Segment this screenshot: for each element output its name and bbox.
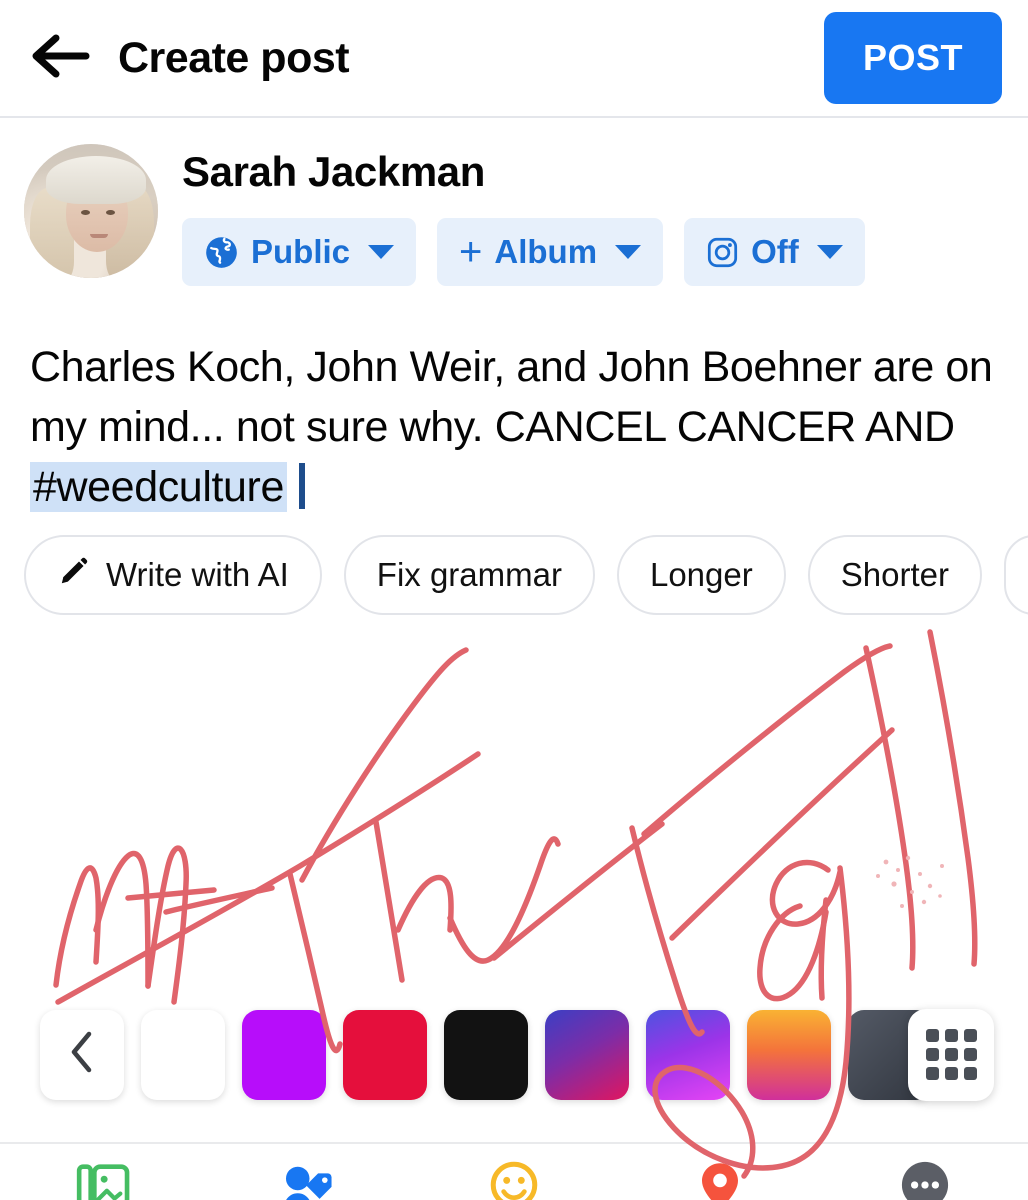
check-in-location-button[interactable] (617, 1144, 823, 1200)
page-title: Create post (118, 33, 350, 82)
text-caret (298, 463, 305, 509)
chevron-left-icon (68, 1031, 96, 1078)
grid-icon (925, 1029, 977, 1080)
user-name: Sarah Jackman (182, 148, 485, 195)
swatch-orange-pink-gradient[interactable] (747, 1009, 831, 1100)
fix-grammar-label: Fix grammar (376, 556, 562, 593)
background-picker-row (0, 992, 1028, 1117)
audience-chip-public-label: Public (251, 233, 351, 270)
chevron-down-icon (368, 245, 395, 259)
shorter-button[interactable]: Shorter (807, 535, 982, 615)
swatch-red[interactable] (343, 1009, 427, 1100)
feeling-activity-button[interactable] (411, 1144, 617, 1200)
album-chip[interactable]: + Album (437, 218, 664, 286)
avatar-detail (81, 210, 90, 215)
longer-label: Longer (649, 556, 753, 593)
back-arrow-icon (32, 34, 90, 83)
chevron-down-icon (615, 245, 642, 259)
avatar-detail (90, 234, 108, 238)
photo-video-icon (76, 1160, 130, 1200)
write-with-ai-label: Write with AI (106, 556, 289, 593)
chevron-down-icon (816, 245, 843, 259)
post-text-input[interactable]: Charles Koch, John Weir, and John Boehne… (0, 323, 1028, 517)
feeling-activity-icon (488, 1160, 540, 1200)
composer-identity: Sarah Jackman Public + Album Off (0, 118, 1028, 323)
tag-people-button[interactable] (206, 1144, 412, 1200)
ai-suggestion-row: Write with AI Fix grammar Longer Shorter (0, 517, 1028, 627)
instagram-share-chip-label: Off (751, 233, 799, 270)
globe-icon (204, 235, 239, 270)
check-in-location-icon (698, 1160, 742, 1200)
more-options-button[interactable] (822, 1144, 1028, 1200)
avatar[interactable] (24, 144, 158, 278)
pencil-icon (57, 555, 90, 596)
avatar-detail (106, 210, 115, 215)
post-text-body: Charles Koch, John Weir, and John Boehne… (30, 343, 993, 451)
shorter-label: Shorter (840, 556, 949, 593)
more-ai-suggestions-button[interactable] (1003, 535, 1028, 615)
longer-button[interactable]: Longer (616, 535, 786, 615)
all-backgrounds-button[interactable] (908, 1008, 994, 1101)
back-button[interactable] (30, 27, 92, 89)
audience-chip-row: Public + Album Off (182, 218, 865, 286)
create-post-screen: Create post POST Sarah Jackman Public + … (0, 0, 1028, 1200)
more-options-icon (900, 1160, 950, 1200)
post-text-highlighted-hashtag[interactable]: #weedculture (30, 462, 287, 512)
post-canvas-area[interactable] (0, 627, 1028, 992)
fix-grammar-button[interactable]: Fix grammar (343, 535, 595, 615)
background-picker-back-button[interactable] (40, 1009, 124, 1100)
album-chip-label: Album (494, 233, 598, 270)
avatar-detail (46, 156, 146, 204)
swatch-pink-blue-gradient[interactable] (545, 1009, 629, 1100)
identity-right: Sarah Jackman Public + Album Off (182, 144, 865, 323)
photo-video-button[interactable] (0, 1144, 206, 1200)
post-button[interactable]: POST (824, 12, 1002, 104)
app-header: Create post POST (0, 0, 1028, 118)
write-with-ai-button[interactable]: Write with AI (24, 535, 322, 615)
composer-bottom-bar (0, 1142, 1028, 1200)
audience-chip-public[interactable]: Public (182, 218, 417, 286)
post-button-label: POST (862, 37, 963, 78)
plus-icon: + (459, 230, 483, 274)
instagram-share-chip[interactable]: Off (684, 218, 865, 286)
swatch-black[interactable] (444, 1009, 528, 1100)
swatch-magenta[interactable] (242, 1009, 326, 1100)
swatch-none-white[interactable] (141, 1009, 225, 1100)
instagram-icon (706, 236, 739, 269)
tag-people-icon (280, 1160, 336, 1200)
swatch-purple-gradient[interactable] (646, 1009, 730, 1100)
